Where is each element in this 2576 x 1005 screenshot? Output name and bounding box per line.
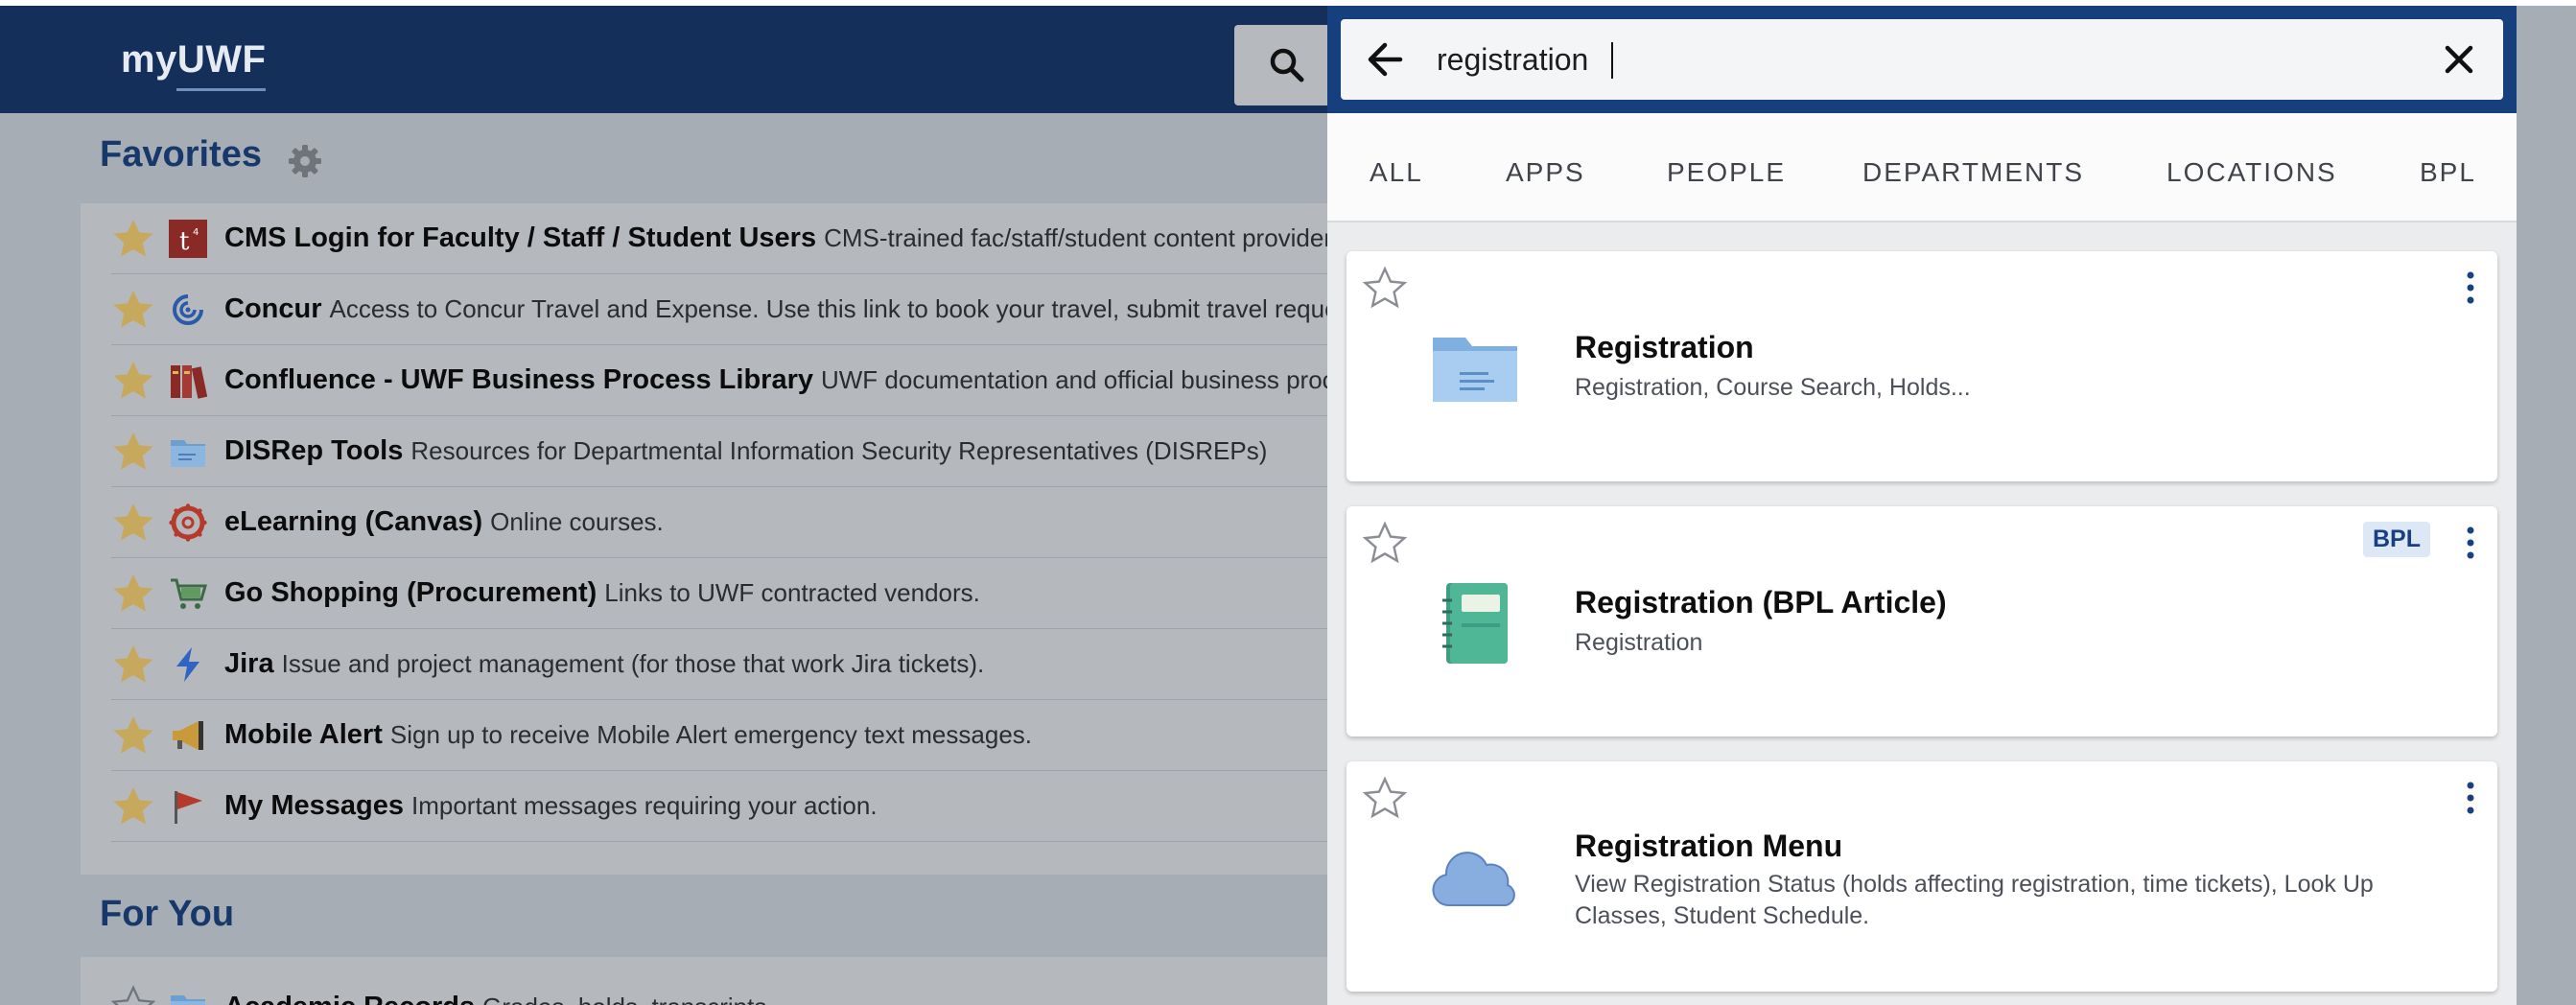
for-you-item-academic-records[interactable]: Academic Records Grades, holds, transcri… — [111, 978, 1333, 1005]
result-subtitle: View Registration Status (holds affectin… — [1575, 871, 2374, 929]
star-filled-icon[interactable] — [111, 501, 155, 545]
search-filter-tabs: ALL APPS PEOPLE DEPARTMENTS LOCATIONS BP… — [1327, 113, 2517, 222]
logo-underline — [176, 88, 267, 91]
favorite-item-elearning[interactable]: eLearning (Canvas) Online courses. — [111, 487, 1333, 558]
favorite-desc: Links to UWF contracted vendors. — [604, 578, 980, 607]
flag-icon — [175, 790, 202, 824]
megaphone-icon — [173, 720, 203, 750]
search-result-registration[interactable]: Registration Registration, Course Search… — [1347, 251, 2497, 481]
search-input[interactable] — [1437, 33, 2396, 86]
star-filled-icon[interactable] — [111, 643, 155, 687]
favorite-name: eLearning (Canvas) — [224, 506, 483, 537]
result-subtitle: Registration, Course Search, Holds... — [1575, 374, 1971, 401]
search-icon — [1270, 48, 1304, 82]
main-page: Favorites t4 CMS Login for Faculty / Sta… — [0, 113, 1333, 1005]
jira-icon — [176, 646, 199, 682]
favorite-desc: CMS-trained fac/staff/student content pr… — [824, 223, 1333, 252]
result-title: Registration Menu — [1575, 829, 1843, 863]
svg-text:t: t — [179, 227, 190, 256]
tab-bpl[interactable]: BPL — [2420, 157, 2476, 188]
favorite-item-concur[interactable]: Concur Access to Concur Travel and Expen… — [111, 274, 1333, 345]
favorite-item-go-shopping[interactable]: Go Shopping (Procurement) Links to UWF c… — [111, 558, 1333, 629]
star-outline-icon[interactable] — [1362, 265, 1408, 311]
favorite-name: DISRep Tools — [224, 435, 404, 466]
favorite-name: Concur — [224, 293, 322, 324]
favorite-desc: Resources for Departmental Information S… — [410, 436, 1268, 465]
favorite-item-cms-login[interactable]: t4 CMS Login for Faculty / Staff / Stude… — [111, 203, 1333, 274]
cloud-icon — [1432, 852, 1515, 906]
search-button[interactable] — [1234, 25, 1340, 105]
back-arrow-icon[interactable] — [1364, 38, 1406, 81]
background-right-edge — [2517, 6, 2576, 1005]
favorite-desc: Sign up to receive Mobile Alert emergenc… — [389, 720, 1032, 749]
for-you-heading: For You — [100, 894, 235, 934]
gear-icon[interactable] — [286, 142, 324, 180]
result-subtitle: Registration — [1575, 629, 1703, 656]
result-title: Registration (BPL Article) — [1575, 585, 1947, 619]
more-options-icon[interactable] — [2465, 526, 2476, 560]
bpl-badge: BPL — [2363, 522, 2430, 557]
for-you-list: Academic Records Grades, holds, transcri… — [81, 957, 1333, 1005]
favorite-item-my-messages[interactable]: My Messages Important messages requiring… — [111, 771, 1333, 842]
star-filled-icon[interactable] — [111, 572, 155, 616]
search-box — [1341, 19, 2503, 100]
star-filled-icon[interactable] — [111, 784, 155, 829]
search-result-registration-menu[interactable]: Registration Menu View Registration Stat… — [1347, 761, 2497, 992]
search-result-registration-bpl[interactable]: BPL Registration (BPL Article) Registrat… — [1347, 506, 2497, 736]
concur-icon — [173, 293, 203, 325]
more-options-icon[interactable] — [2465, 270, 2476, 305]
favorite-desc: Access to Concur Travel and Expense. Use… — [329, 294, 1334, 323]
tab-locations[interactable]: LOCATIONS — [2166, 157, 2337, 188]
star-outline-icon[interactable] — [1362, 775, 1408, 821]
tab-departments[interactable]: DEPARTMENTS — [1862, 157, 2084, 188]
tab-all[interactable]: ALL — [1370, 157, 1423, 188]
search-overlay: ALL APPS PEOPLE DEPARTMENTS LOCATIONS BP… — [1327, 6, 2517, 1005]
folder-icon — [171, 995, 205, 1005]
favorite-item-jira[interactable]: Jira Issue and project management (for t… — [111, 629, 1333, 700]
t4-icon: t4 — [169, 219, 207, 258]
favorite-name: Confluence - UWF Business Process Librar… — [224, 364, 813, 395]
favorite-item-disrep[interactable]: DISRep Tools Resources for Departmental … — [111, 416, 1333, 487]
notebook-icon — [1442, 583, 1508, 664]
star-filled-icon[interactable] — [111, 288, 155, 332]
for-you-item-desc: Grades, holds, transcripts — [482, 993, 766, 1005]
favorites-heading: Favorites — [100, 134, 262, 175]
tab-apps[interactable]: APPS — [1506, 157, 1585, 188]
favorite-name: Jira — [224, 648, 274, 679]
for-you-item-name: Academic Records — [224, 992, 475, 1005]
favorite-name: My Messages — [224, 790, 404, 821]
favorite-name: Go Shopping (Procurement) — [224, 577, 597, 608]
favorite-desc: Online courses. — [490, 507, 664, 536]
more-options-icon[interactable] — [2465, 781, 2476, 815]
star-filled-icon[interactable] — [111, 430, 155, 474]
search-header — [1327, 6, 2517, 113]
tab-people[interactable]: PEOPLE — [1667, 157, 1786, 188]
canvas-icon — [169, 502, 207, 542]
svg-text:4: 4 — [193, 227, 199, 238]
favorite-desc: Issue and project management (for those … — [281, 649, 985, 678]
favorites-list: t4 CMS Login for Faculty / Staff / Stude… — [81, 203, 1333, 875]
star-filled-icon[interactable] — [111, 217, 155, 261]
favorite-desc: UWF documentation and official business … — [820, 365, 1333, 394]
folder-icon — [1433, 338, 1517, 402]
logo-text: myUWF — [121, 38, 267, 81]
favorite-item-mobile-alert[interactable]: Mobile Alert Sign up to receive Mobile A… — [111, 700, 1333, 771]
favorite-desc: Important messages requiring your action… — [411, 791, 878, 820]
folder-icon — [171, 439, 205, 467]
cart-icon — [171, 578, 207, 609]
text-caret — [1611, 42, 1613, 79]
star-outline-icon[interactable] — [1362, 520, 1408, 566]
myuwf-logo[interactable]: myUWF — [121, 38, 267, 91]
books-icon — [171, 364, 207, 399]
favorite-item-confluence[interactable]: Confluence - UWF Business Process Librar… — [111, 345, 1333, 416]
favorite-name: CMS Login for Faculty / Staff / Student … — [224, 222, 817, 253]
favorite-name: Mobile Alert — [224, 719, 383, 750]
close-icon[interactable] — [2442, 42, 2476, 77]
star-filled-icon[interactable] — [111, 359, 155, 403]
star-filled-icon[interactable] — [111, 713, 155, 758]
star-outline-icon[interactable] — [111, 985, 155, 1005]
result-title: Registration — [1575, 330, 1754, 364]
